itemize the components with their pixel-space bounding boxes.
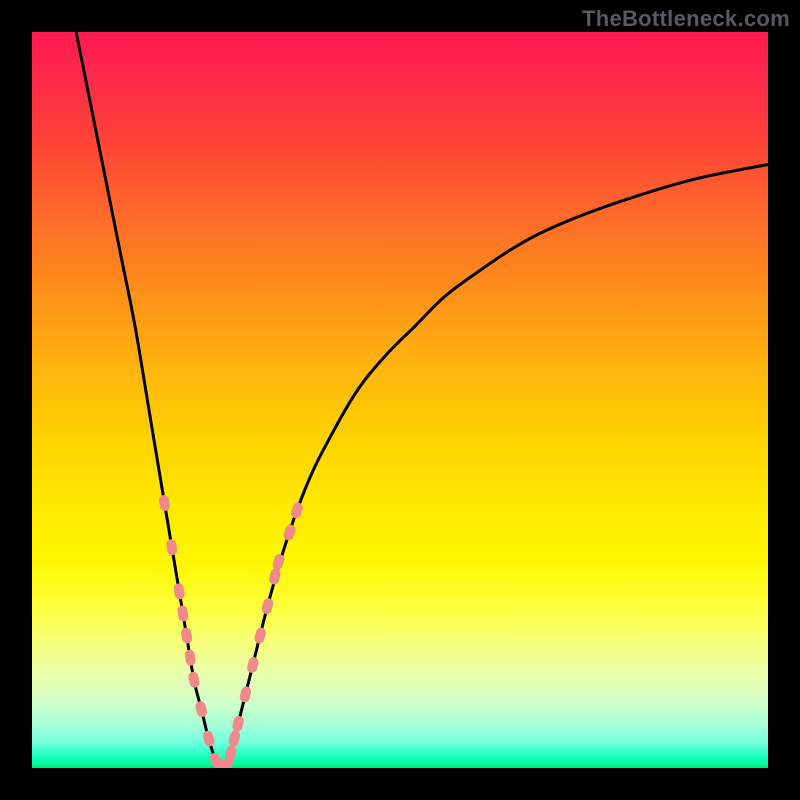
outer-frame: TheBottleneck.com [0,0,800,800]
marker-point [261,597,275,615]
marker-point [246,656,260,674]
marker-point [268,568,282,586]
marker-point [231,715,245,733]
marker-point [290,501,305,519]
marker-point [228,730,242,748]
marker-point [253,627,267,645]
marker-point [202,729,216,747]
marker-point [173,583,185,600]
curve-right-branch [223,164,768,768]
marker-point [184,649,196,666]
plot-area [32,32,768,768]
marker-point [239,685,253,703]
marker-point [194,700,208,718]
marker-point [271,553,286,571]
marker-point [177,605,189,622]
marker-point [282,523,297,541]
marker-point [166,538,178,555]
marker-point [187,671,200,689]
bottleneck-curve [76,32,768,768]
curve-layer [32,32,768,768]
watermark-text: TheBottleneck.com [582,6,790,32]
marker-point [180,627,192,644]
curve-markers [158,494,304,768]
curve-left-branch [76,32,223,768]
marker-point [158,494,170,511]
